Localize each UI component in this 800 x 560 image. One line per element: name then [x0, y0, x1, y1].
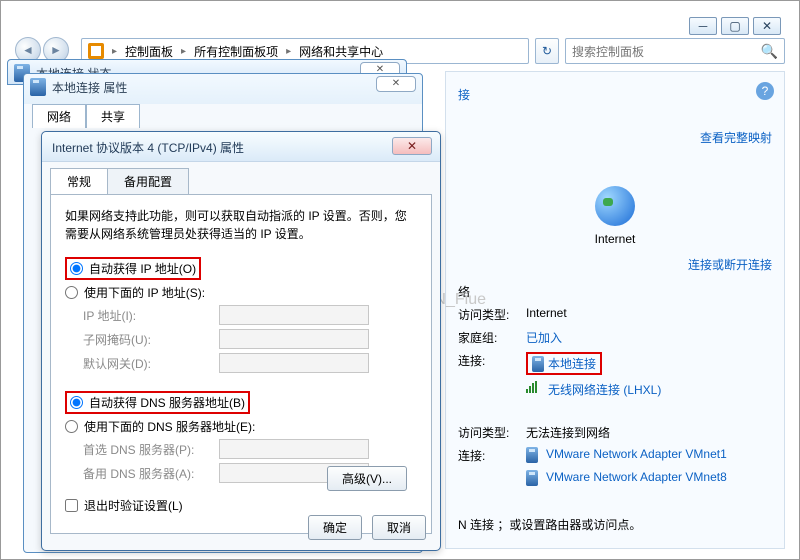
dialog-title: Internet 协议版本 4 (TCP/IPv4) 属性 [42, 132, 440, 162]
internet-label: Internet [458, 232, 772, 246]
vmnet8-link[interactable]: VMware Network Adapter VMnet8 [546, 470, 727, 486]
vmnet1-link[interactable]: VMware Network Adapter VMnet1 [546, 447, 727, 464]
ipv4-panel: 如果网络支持此功能，则可以获取自动指派的 IP 设置。否则，您需要从网络系统管理… [50, 194, 432, 534]
label-dns2: 备用 DNS 服务器(A): [83, 465, 213, 482]
checkbox-validate[interactable] [65, 499, 78, 512]
footer-n-prefix: N [458, 518, 467, 532]
tab-alt-config[interactable]: 备用配置 [107, 168, 189, 194]
close-icon[interactable]: ✕ [392, 137, 432, 155]
network-center-panel: ? 接 查看完整映射 Internet 连接或断开连接 络 访问类型: Inter… [445, 71, 785, 549]
minimize-button[interactable]: － [689, 17, 717, 35]
radio-manual-ip-label: 使用下面的 IP 地址(S): [84, 284, 205, 301]
local-connection-highlight: 本地连接 [526, 352, 602, 375]
wifi-signal-icon [526, 381, 540, 393]
radio-manual-dns-label: 使用下面的 DNS 服务器地址(E): [84, 418, 255, 435]
close-button[interactable]: ✕ [753, 17, 781, 35]
label-mask: 子网掩码(U): [83, 331, 213, 348]
label-ip: IP 地址(I): [83, 307, 213, 324]
control-panel-icon [88, 43, 104, 59]
cancel-button[interactable]: 取消 [372, 515, 426, 540]
adapter-icon [526, 447, 538, 463]
close-icon[interactable]: ✕ [376, 76, 416, 92]
radio-auto-dns[interactable] [70, 396, 83, 409]
properties-tabs: 网络 共享 [32, 104, 140, 128]
dialog-title: 本地连接 属性 [24, 74, 422, 101]
footer-hint: 连接 ；或设置路由器或访问点。 [470, 518, 641, 532]
kv-val: Internet [526, 306, 567, 323]
radio-manual-ip[interactable] [65, 286, 78, 299]
search-icon: 🔍 [761, 43, 778, 60]
radio-auto-ip-label: 自动获得 IP 地址(O) [89, 260, 196, 277]
adapter-icon [526, 470, 538, 486]
connect-disconnect-link[interactable]: 连接或断开连接 [688, 258, 772, 272]
refresh-button[interactable]: ↻ [535, 38, 559, 64]
help-icon[interactable]: ? [756, 82, 774, 100]
kv-key: 连接: [458, 447, 518, 464]
kv-key: 访问类型: [458, 306, 518, 323]
homegroup-link[interactable]: 已加入 [526, 329, 562, 346]
tab-sharing[interactable]: 共享 [86, 104, 140, 128]
input-mask [219, 329, 369, 349]
ipv4-description: 如果网络支持此功能，则可以获取自动指派的 IP 设置。否则，您需要从网络系统管理… [65, 207, 417, 243]
dialog-buttons: 确定 取消 [308, 515, 426, 540]
kv-key: 家庭组: [458, 329, 518, 346]
checkbox-validate-label: 退出时验证设置(L) [84, 497, 183, 514]
local-connection-link[interactable]: 本地连接 [548, 355, 596, 372]
adapter-icon [532, 356, 544, 372]
ipv4-properties-dialog: Internet 协议版本 4 (TCP/IPv4) 属性 ✕ 常规 备用配置 … [41, 131, 441, 551]
input-dns1 [219, 439, 369, 459]
radio-auto-dns-label: 自动获得 DNS 服务器地址(B) [89, 394, 245, 411]
internet-status: Internet [458, 186, 772, 246]
kv-val: 无法连接到网络 [526, 424, 610, 441]
view-full-map-link[interactable]: 查看完整映射 [700, 131, 772, 145]
window-controls: － ▢ ✕ [689, 17, 781, 35]
ok-button[interactable]: 确定 [308, 515, 362, 540]
maximize-button[interactable]: ▢ [721, 17, 749, 35]
breadcrumb-item[interactable]: 所有控制面板项 [194, 43, 278, 60]
radio-auto-ip[interactable] [70, 262, 83, 275]
advanced-button[interactable]: 高级(V)... [327, 466, 407, 491]
label-gateway: 默认网关(D): [83, 355, 213, 372]
adapter-icon [30, 78, 46, 96]
auto-ip-highlight: 自动获得 IP 地址(O) [65, 257, 201, 280]
breadcrumb-item[interactable]: 网络和共享中心 [299, 43, 383, 60]
network-fragment: 络 [458, 285, 470, 299]
input-gateway [219, 353, 369, 373]
tab-network[interactable]: 网络 [32, 104, 86, 128]
conn-heading-fragment: 接 [458, 88, 470, 102]
tab-general[interactable]: 常规 [50, 168, 108, 194]
kv-key: 访问类型: [458, 424, 518, 441]
kv-key: 连接: [458, 352, 518, 375]
ipv4-tabs: 常规 备用配置 [42, 162, 440, 194]
input-ip [219, 305, 369, 325]
radio-manual-dns[interactable] [65, 420, 78, 433]
auto-dns-highlight: 自动获得 DNS 服务器地址(B) [65, 391, 250, 414]
search-box[interactable]: 搜索控制面板 🔍 [565, 38, 785, 64]
breadcrumb-item[interactable]: 控制面板 [125, 43, 173, 60]
search-placeholder: 搜索控制面板 [572, 43, 644, 60]
globe-icon [595, 186, 635, 226]
wifi-connection-link[interactable]: 无线网络连接 (LHXL) [548, 381, 661, 398]
label-dns1: 首选 DNS 服务器(P): [83, 441, 213, 458]
